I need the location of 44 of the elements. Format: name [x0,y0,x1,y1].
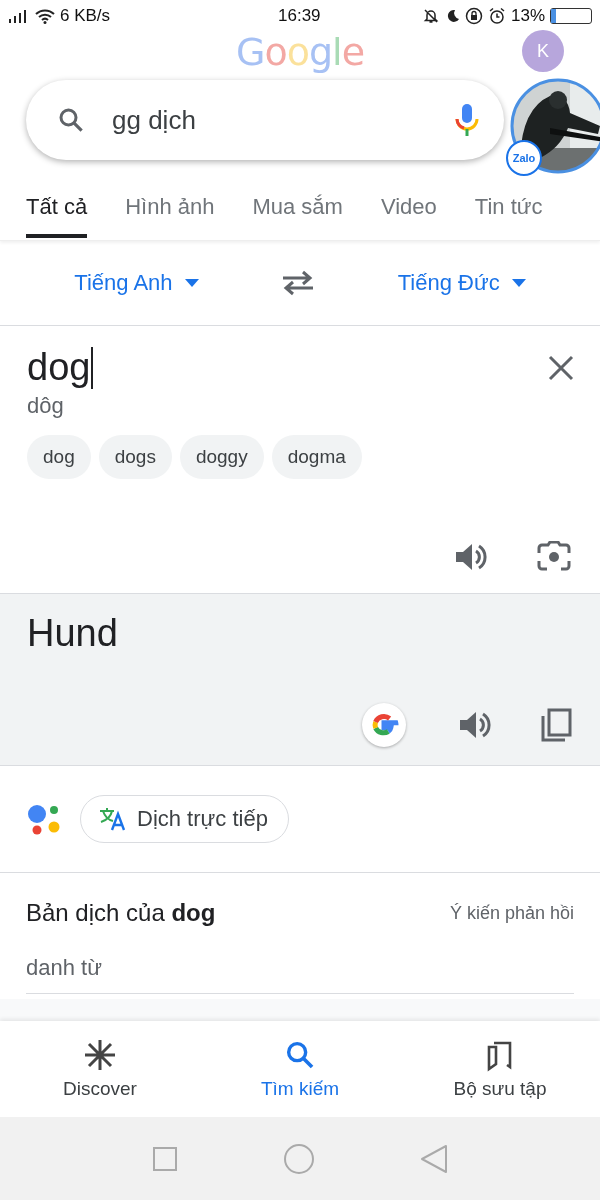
search-tab[interactable]: Mua sắm [252,190,343,238]
muted-bell-icon [422,8,439,24]
speaker-icon[interactable] [454,542,488,572]
wifi-icon [35,8,55,24]
microphone-icon[interactable] [454,103,480,137]
asterisk-icon [83,1038,117,1072]
search-field[interactable]: gg dịch [26,80,504,160]
search-tab[interactable]: Tất cả [26,190,88,238]
close-icon[interactable] [548,354,574,381]
battery-icon [550,8,592,24]
search-tab[interactable]: Video [380,190,437,238]
translate-icon [99,806,127,832]
copy-icon[interactable] [540,708,572,742]
translated-text: Hund [27,612,119,655]
rotation-lock-icon [464,7,483,25]
battery-percent: 13% [510,6,545,26]
bottom-nav-tab[interactable]: Tìm kiếm [210,1038,390,1100]
speaker-icon[interactable] [458,710,492,740]
swap-icon[interactable] [281,270,316,296]
bottom-nav-tab[interactable]: Bộ sưu tập [410,1038,590,1100]
dropdown-arrow-icon [511,279,526,287]
camera-icon[interactable] [536,541,572,573]
suggestion-chip[interactable]: dog [27,435,91,479]
search-tab[interactable]: Hình ảnh [125,190,215,238]
source-language-dropdown[interactable]: Tiếng Anh [68,269,205,297]
translations-heading: Bản dịch của dog [26,899,216,927]
part-of-speech: danh từ [26,955,574,994]
dropdown-arrow-icon [184,279,199,287]
source-text-input[interactable]: dog [27,346,94,389]
search-tab[interactable]: Tin tức [474,190,543,238]
network-speed: 6 KB/s [60,6,111,26]
transliteration: dôg [27,393,65,419]
feedback-link[interactable]: Ý kiến phản hồi [449,902,574,924]
clock: 16:39 [278,6,321,26]
alarm-icon [487,7,506,25]
bottom-nav-tab[interactable]: Discover [10,1038,190,1100]
live-translate-button[interactable]: Dịch trực tiếp [80,795,289,843]
google-icon[interactable] [362,703,406,747]
zalo-badge[interactable]: Zalo [506,140,542,176]
suggestion-chip[interactable]: dogma [271,435,362,479]
suggestion-chip[interactable]: doggy [179,435,264,479]
google-logo: Google [236,30,364,74]
suggestion-chip[interactable]: dogs [98,435,172,479]
target-language-dropdown[interactable]: Tiếng Đức [391,269,532,297]
